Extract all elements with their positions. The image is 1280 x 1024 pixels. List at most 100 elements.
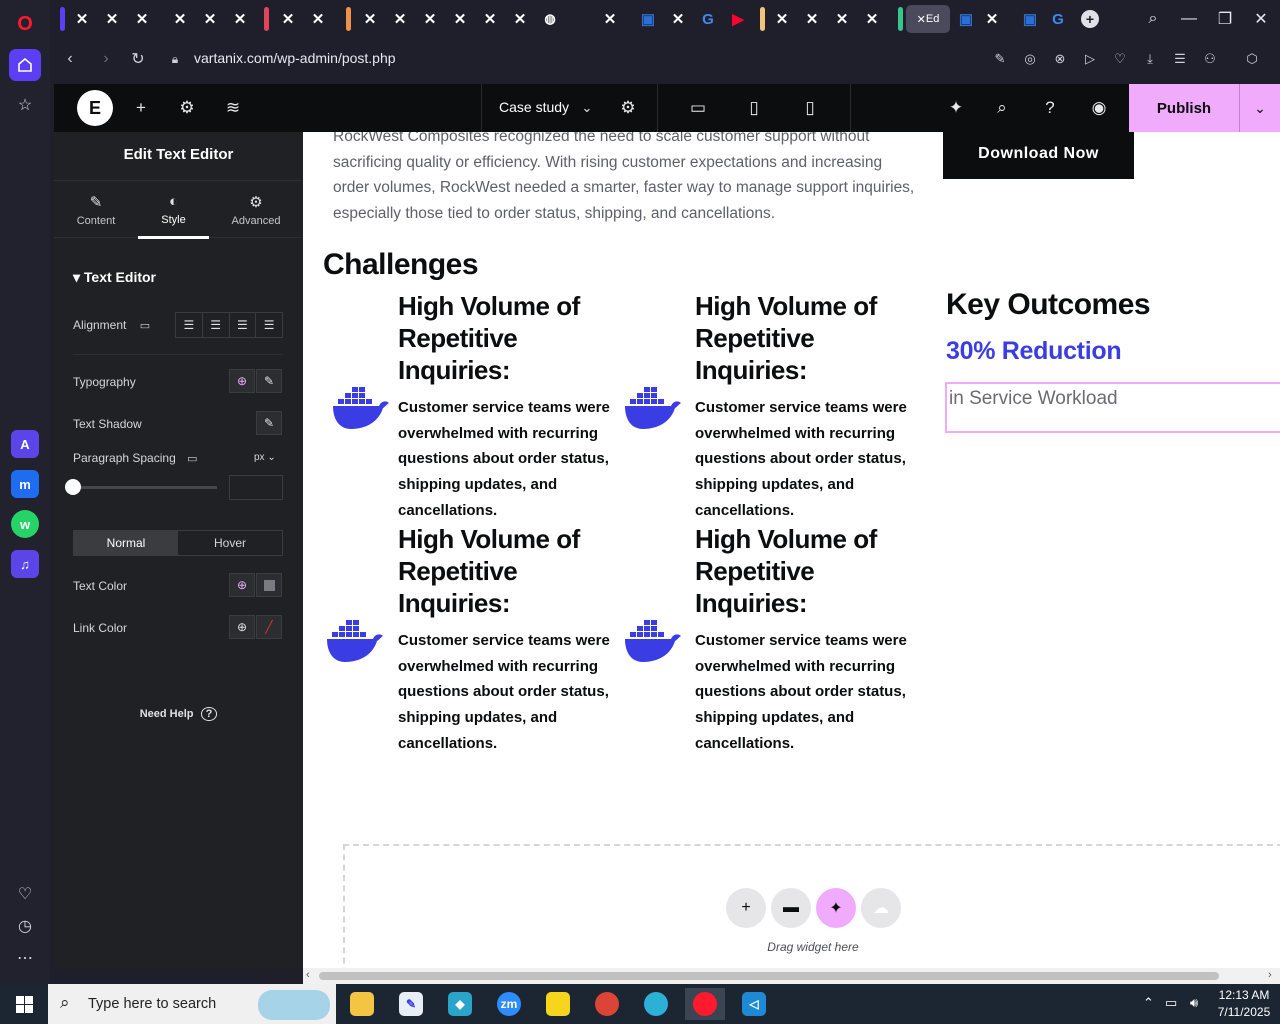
tab[interactable]: ✕ (978, 5, 1006, 33)
restore-button[interactable]: ❐ (1210, 6, 1240, 32)
scrollbar-thumb[interactable] (319, 972, 1219, 980)
spacing-input[interactable] (229, 475, 283, 500)
text-color-swatch[interactable] (256, 573, 282, 597)
key-outcomes-heading[interactable]: Key Outcomes (946, 288, 1151, 322)
link-color-swatch[interactable]: ╱ (256, 615, 282, 639)
need-help-link[interactable]: Need Help ? (54, 707, 303, 721)
preview-icon[interactable]: ◉ (1087, 96, 1111, 120)
tablet-view-icon[interactable]: ▯ (742, 96, 766, 120)
youtube-icon[interactable]: ▶ (724, 5, 752, 33)
state-hover[interactable]: Hover (178, 531, 282, 555)
tab[interactable]: ✕ (798, 5, 826, 33)
global-typography-icon[interactable]: ⊕ (229, 369, 255, 393)
tab-advanced[interactable]: ⚙ Advanced (216, 181, 296, 239)
edit-typography-icon[interactable]: ✎ (256, 369, 282, 393)
tab[interactable]: ✕ (386, 5, 414, 33)
tab[interactable]: ✕ (664, 5, 692, 33)
section-toggle[interactable]: ▾ Text Editor (73, 269, 156, 286)
profile-icon[interactable]: ⚇ (1200, 49, 1220, 69)
home-icon[interactable] (9, 49, 41, 81)
extensions-icon[interactable]: ⬡ (1242, 49, 1262, 69)
edit-text-shadow-icon[interactable]: ✎ (256, 411, 282, 435)
adblock-icon[interactable]: ⊗ (1050, 49, 1070, 69)
align-center-icon[interactable]: ☰ (203, 313, 230, 337)
align-right-icon[interactable]: ☰ (230, 313, 257, 337)
opera-taskbar-icon[interactable] (685, 988, 725, 1020)
outcome-text[interactable]: in Service Workload (949, 388, 1118, 410)
url-text[interactable]: vartanix.com/wp-admin/post.php (194, 50, 396, 66)
aria-icon[interactable]: A (11, 430, 39, 458)
heart-icon[interactable]: ♡ (9, 878, 41, 910)
search-icon[interactable]: ⌕ (990, 96, 1014, 120)
tab[interactable]: ✕ (768, 5, 796, 33)
scroll-right-icon[interactable]: › (1268, 969, 1272, 981)
cloud-templates-button[interactable]: ☁ (861, 888, 901, 928)
horizontal-scrollbar[interactable]: ‹ › (303, 968, 1280, 984)
tab-outlook-icon[interactable]: ▣ (634, 5, 662, 33)
desktop-view-icon[interactable]: ▭ (686, 96, 710, 120)
messenger-icon[interactable]: m (11, 470, 39, 498)
tab-active[interactable]: ✕ Ed (906, 5, 950, 33)
challenges-heading[interactable]: Challenges (323, 248, 479, 282)
snapshot-icon[interactable]: ◎ (1020, 49, 1040, 69)
google-icon[interactable]: G (1044, 5, 1072, 33)
search-tabs-icon[interactable]: ⌕ (1138, 6, 1168, 32)
notifications-icon[interactable]: ✦ (944, 96, 968, 120)
scroll-left-icon[interactable]: ‹ (306, 969, 310, 981)
minimize-button[interactable]: — (1174, 6, 1204, 32)
opera-logo-icon[interactable]: O (9, 8, 41, 40)
zoom-icon[interactable]: zm (489, 988, 529, 1020)
mobile-view-icon[interactable]: ▯ (798, 96, 822, 120)
tab[interactable]: ✕ (828, 5, 856, 33)
download-now-button[interactable]: Download Now (943, 132, 1134, 179)
elementor-logo-icon[interactable]: E (77, 90, 113, 126)
file-explorer-icon[interactable] (342, 988, 382, 1020)
site-settings-icon[interactable]: ⚙ (175, 96, 199, 120)
page-settings-icon[interactable]: ⚙ (616, 96, 640, 120)
globe-icon[interactable]: ◍ (536, 5, 564, 33)
tab[interactable]: ✕ (446, 5, 474, 33)
edge-icon[interactable] (636, 988, 676, 1020)
google-icon[interactable]: G (694, 5, 722, 33)
tab[interactable]: ✕ (356, 5, 384, 33)
vscode-icon[interactable]: ◁ (734, 988, 774, 1020)
tab[interactable]: ✕ (68, 5, 96, 33)
show-hidden-icons-icon[interactable]: ⌃ (1143, 995, 1154, 1011)
tab[interactable]: ✕ (98, 5, 126, 33)
tab[interactable]: ✕ (304, 5, 332, 33)
help-icon[interactable]: ? (1038, 96, 1062, 120)
edit-page-icon[interactable]: ✎ (990, 49, 1010, 69)
tab[interactable]: ✕ (166, 5, 194, 33)
publish-button[interactable]: Publish (1129, 84, 1239, 132)
reload-button[interactable]: ↻ (127, 48, 149, 70)
add-section-button[interactable]: + (726, 888, 766, 928)
paint-icon[interactable]: ✎ (391, 988, 431, 1020)
tab[interactable]: ✕ (506, 5, 534, 33)
unit-selector[interactable]: px ⌄ (254, 452, 276, 463)
outcome-metric[interactable]: 30% Reduction (946, 337, 1122, 366)
whatsapp-icon[interactable]: w (11, 510, 39, 538)
responsive-desktop-icon[interactable]: ▭ (187, 453, 197, 465)
tab[interactable]: ✕ (196, 5, 224, 33)
tab-content[interactable]: ✎ Content (56, 181, 136, 239)
network-icon[interactable]: ▭ (1165, 995, 1177, 1011)
volume-icon[interactable]: 🔊︎ (1190, 995, 1198, 1011)
template-library-button[interactable]: ▬ (771, 888, 811, 928)
global-color-icon[interactable]: ⊕ (229, 615, 255, 639)
tab[interactable]: ✕ (274, 5, 302, 33)
ai-sparkle-button[interactable]: ✦ (816, 888, 856, 928)
state-normal[interactable]: Normal (74, 531, 178, 555)
spacing-slider-track[interactable] (73, 486, 217, 489)
close-window-button[interactable]: ✕ (1246, 6, 1276, 32)
chrome-icon[interactable] (587, 988, 627, 1020)
speed-dial-icon[interactable]: ☆ (9, 89, 41, 121)
align-left-icon[interactable]: ☰ (176, 313, 203, 337)
windows-start-icon[interactable] (0, 984, 48, 1024)
spacing-slider-thumb[interactable] (65, 479, 81, 495)
structure-icon[interactable]: ≋ (221, 96, 245, 120)
publish-options-chevron-icon[interactable]: ⌄ (1239, 84, 1280, 132)
selected-text-editor-widget[interactable]: in Service Workload (945, 382, 1280, 433)
tab[interactable]: ✕ (416, 5, 444, 33)
document-title[interactable]: Case study (499, 99, 569, 115)
tab[interactable]: ✕ (226, 5, 254, 33)
